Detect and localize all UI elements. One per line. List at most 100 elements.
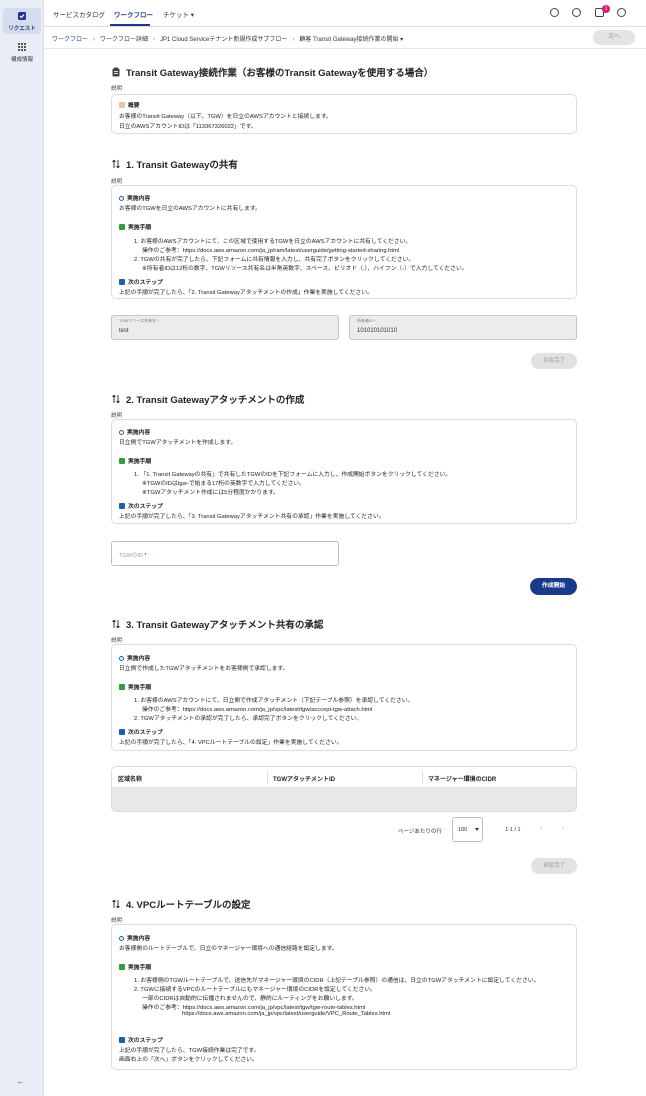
overview-heading: 概要 — [119, 100, 140, 109]
tab-service-catalog[interactable]: サービスカタログ — [53, 9, 105, 19]
step-line: 2. TGWアタッチメントの承認が完了したら、承認完了ボタンをクリックしてくださ… — [134, 716, 363, 722]
field-placeholder: TGWのID * — [119, 553, 147, 559]
field-label: TGWリソース共有名 * — [119, 318, 159, 323]
step-line: ※所有者IDは12桁の数字、TGWリソース共有名は半角英数字、スペース、ピリオド… — [142, 266, 468, 272]
what-text: 日立側で作成したTGWアタッチメントをお客様側で承認します。 — [119, 666, 289, 672]
overview-line: 日立のAWSアカウントIDは「113367326022」です。 — [119, 124, 257, 130]
step-line: 1. お客様のAWSアカウントにて、この区域で使用するTGWを日立のAWSアカウ… — [134, 239, 412, 245]
section-3-title-text: 3. Transit Gatewayアタッチメント共有の承認 — [126, 620, 324, 631]
next-page-button[interactable]: › — [562, 825, 564, 832]
grid-icon — [18, 43, 26, 51]
section-3-card: 実施内容 日立側で作成したTGWアタッチメントをお客様側で承認します。 実施手順… — [111, 644, 577, 751]
active-tab-indicator — [110, 24, 150, 26]
rows-per-page-value: 100 — [458, 827, 468, 833]
field-label: 所有者ID * — [357, 318, 376, 323]
section-2-card: 実施内容 日立側でTGWアタッチメントを作成します。 実施手順 1. 「1. T… — [111, 419, 577, 524]
create-start-button[interactable]: 作成開始 — [530, 578, 577, 595]
document-icon — [119, 102, 125, 108]
overview-heading-text: 概要 — [128, 103, 140, 109]
steps-heading: 実施手順 — [119, 456, 151, 465]
sync-icon — [112, 899, 120, 909]
request-icon — [18, 12, 26, 20]
step-line: 操作のご参考：https://docs.aws.amazon.com/ja_jp… — [142, 248, 400, 254]
next-step-text: 上記の手順が完了したら、「2. Transit Gatewayアタッチメントの作… — [119, 290, 373, 296]
next-step-heading-text: 次のステップ — [128, 1038, 163, 1044]
section-4-title-text: 4. VPCルートテーブルの設定 — [126, 900, 251, 911]
next-step-text: 上記の手順が完了したら、「3. Transit Gatewayアタッチメント共有… — [119, 514, 385, 520]
section-2-title: 2. Transit Gatewayアタッチメントの作成 — [111, 392, 304, 406]
approve-complete-button[interactable]: 承認完了 — [531, 858, 577, 874]
arrow-right-icon — [119, 1037, 125, 1043]
what-text: お客様側のルートテーブルで、日立のマネージャー環境への通信経路を設定します。 — [119, 946, 338, 952]
step-line: 2. TGWに接続するVPCのルートテーブルにもマネージャー環境のCIDRを設定… — [134, 987, 376, 993]
steps-heading-text: 実施手順 — [128, 965, 152, 971]
column-header[interactable]: マネージャー環境のCIDR — [428, 774, 496, 783]
clipboard-icon — [112, 67, 120, 77]
tgw-share-name-field[interactable]: TGWリソース共有名 * test — [111, 315, 339, 340]
breadcrumb-bar: ワークフロー › ワークフロー詳細 › JP1 Cloud Serviceテナント新規作… — [44, 27, 646, 49]
step-line: ※TGWのIDはtgw-で始まる17桁の英数字で入力してください。 — [142, 481, 305, 487]
section-1-title: 1. Transit Gatewayの共有 — [111, 157, 238, 171]
column-header[interactable]: 区域名称 — [118, 774, 142, 783]
owner-id-field[interactable]: 所有者ID * 101010101010 — [349, 315, 577, 340]
tgw-id-input[interactable]: TGWのID * — [111, 541, 339, 566]
next-button[interactable]: 次へ — [593, 30, 635, 45]
attachment-table: 区域名称 TGWアタッチメントID マネージャー環境のCIDR — [111, 766, 577, 812]
rail-label-request: リクエスト — [8, 26, 36, 32]
arrow-right-icon — [119, 279, 125, 285]
breadcrumb-workflow-detail[interactable]: ワークフロー詳細 — [100, 37, 148, 43]
notification-badge: 1 — [602, 5, 610, 13]
description-label: 説明 — [111, 638, 123, 644]
step-line: 一部のCIDRは自動的に伝播されませんので、静的にルーティングをお願いします。 — [142, 996, 358, 1002]
palette-icon[interactable] — [550, 8, 559, 17]
rail-item-config[interactable]: 構成情報 — [3, 40, 41, 64]
sync-icon — [112, 159, 120, 169]
overview-line: お客様のTransit Gateway（以下、TGW）を日立のAWSアカウントと… — [119, 114, 332, 120]
sync-icon — [112, 619, 120, 629]
next-step-heading: 次のステップ — [119, 727, 163, 736]
arrow-right-icon — [119, 503, 125, 509]
tab-ticket[interactable]: チケット ▾ — [163, 9, 194, 19]
what-text: 日立側でTGWアタッチメントを作成します。 — [119, 440, 237, 446]
step-line: 2. TGWの共有が完了したら、下記フォームに共有情報を入力し、共有完了ボタンを… — [134, 257, 415, 263]
breadcrumb-subflow[interactable]: JP1 Cloud Serviceテナント新規作成サブフロー — [160, 37, 287, 43]
step-line: 操作のご参考：https://docs.aws.amazon.com/ja_jp… — [142, 1005, 366, 1011]
top-bar: サービスカタログ ワークフロー チケット ▾ 1 — [44, 0, 646, 27]
column-divider — [267, 771, 268, 784]
steps-heading: 実施手順 — [119, 962, 151, 971]
what-heading-text: 実施内容 — [127, 196, 151, 202]
search-icon — [119, 936, 124, 941]
search-icon — [119, 196, 124, 201]
breadcrumb-workflow[interactable]: ワークフロー — [52, 37, 88, 43]
section-1-card: 実施内容 お客様のTGWを日立のAWSアカウントに共有します。 実施手順 1. … — [111, 185, 577, 299]
step-line: 1. お客様側のTGWルートテーブルで、送信先がマネージャー環境のCIDR（上記… — [134, 978, 540, 984]
globe-icon[interactable] — [572, 8, 581, 17]
breadcrumb: ワークフロー › ワークフロー詳細 › JP1 Cloud Serviceテナント新規作… — [52, 34, 403, 43]
steps-heading-text: 実施手順 — [128, 459, 152, 465]
next-step-heading: 次のステップ — [119, 1035, 163, 1044]
side-rail: リクエスト 構成情報 ← — [0, 0, 44, 1096]
collapse-arrow-icon[interactable]: ← — [16, 1076, 25, 1086]
breadcrumb-separator: › — [292, 37, 295, 43]
what-heading: 実施内容 — [119, 193, 150, 202]
account-icon[interactable] — [617, 8, 626, 17]
rows-per-page-select[interactable]: 100 — [452, 817, 483, 842]
rail-item-request[interactable]: リクエスト — [3, 8, 41, 34]
rows-per-page-label: ページあたりの行 — [398, 829, 442, 835]
search-icon — [119, 430, 124, 435]
check-icon — [119, 224, 125, 230]
next-step-heading-text: 次のステップ — [128, 280, 163, 286]
next-step-heading: 次のステップ — [119, 501, 163, 510]
what-heading: 実施内容 — [119, 427, 150, 436]
share-complete-button[interactable]: 共有完了 — [531, 353, 577, 369]
pagination-range: 1-1 / 1 — [505, 827, 521, 833]
column-header[interactable]: TGWアタッチメントID — [273, 774, 335, 783]
prev-page-button[interactable]: ‹ — [540, 825, 542, 832]
table-header: 区域名称 TGWアタッチメントID マネージャー環境のCIDR — [112, 767, 576, 788]
check-icon — [119, 684, 125, 690]
step-line: ※TGWアタッチメント作成には5分程度かかります。 — [142, 490, 279, 496]
breadcrumb-current-step[interactable]: 顧客 Transit Gateway接続作業の開始 ▾ — [299, 37, 403, 43]
intro-card: 概要 お客様のTransit Gateway（以下、TGW）を日立のAWSアカウ… — [111, 94, 577, 134]
tab-workflow[interactable]: ワークフロー — [114, 9, 153, 19]
description-label: 説明 — [111, 179, 123, 185]
